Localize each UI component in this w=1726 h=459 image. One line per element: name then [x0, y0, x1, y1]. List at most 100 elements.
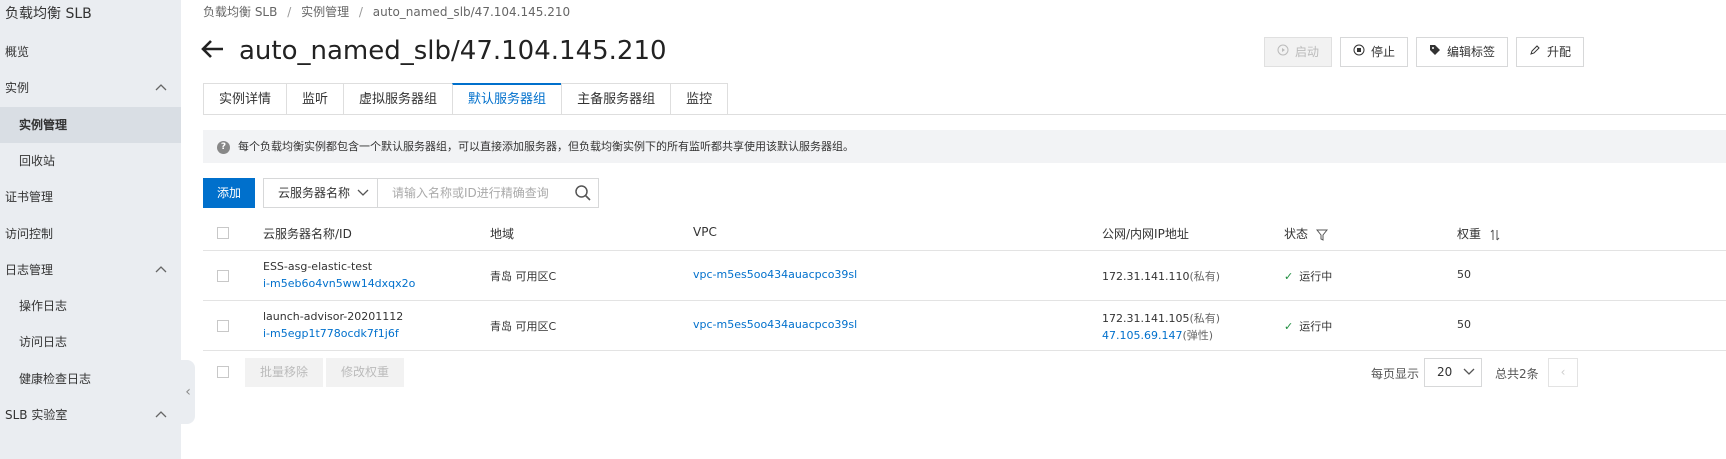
ip-address: 172.31.141.105(私有): [1102, 310, 1220, 326]
sidebar-item-slb-lab[interactable]: SLB 实验室: [0, 397, 181, 433]
ip-type: (弹性): [1182, 329, 1214, 342]
breadcrumb-item-current: auto_named_slb/47.104.145.210: [372, 5, 571, 19]
sidebar-item-instance[interactable]: 实例: [0, 70, 181, 106]
vpc-link[interactable]: vpc-m5es5oo434auacpco39sl: [693, 318, 857, 331]
sidebar-title: 负载均衡 SLB: [5, 6, 92, 22]
edit-tags-button[interactable]: 编辑标签: [1416, 37, 1509, 67]
region: 青岛 可用区C: [490, 320, 557, 333]
tab-divider: [203, 114, 1726, 115]
tab-instance-details[interactable]: 实例详情: [203, 83, 287, 115]
vpc-link[interactable]: vpc-m5es5oo434auacpco39sl: [693, 268, 857, 281]
search-field-select-value: 云服务器名称: [278, 186, 351, 200]
tab-listeners[interactable]: 监听: [286, 83, 344, 115]
column-header-ip: 公网/内网IP地址: [1102, 227, 1189, 241]
private-ip: 172.31.141.110: [1102, 270, 1190, 283]
server-id-link[interactable]: i-m5eb6o4vn5ww14dxqx2o: [263, 277, 415, 290]
page-size-select[interactable]: 20: [1424, 358, 1482, 387]
tab-bar: 实例详情 监听 虚拟服务器组 默认服务器组 主备服务器组 监控: [203, 83, 729, 115]
sidebar-item-health-check-log[interactable]: 健康检查日志: [0, 361, 181, 397]
ip-type: (私有): [1189, 270, 1221, 283]
stop-label: 停止: [1371, 45, 1396, 59]
play-icon: [1277, 38, 1289, 66]
table-footer: 批量移除 修改权重 每页显示 20 总共2条 ‹: [203, 358, 1726, 388]
ip-type: (私有): [1189, 312, 1221, 325]
status-text: 运行中: [1299, 320, 1333, 333]
add-server-button[interactable]: 添加: [203, 178, 255, 208]
sidebar-item-access-log[interactable]: 访问日志: [0, 324, 181, 360]
check-icon: ✓: [1284, 270, 1294, 283]
upgrade-button[interactable]: 升配: [1516, 37, 1585, 67]
row-checkbox[interactable]: [217, 320, 229, 332]
sidebar-item-log-management[interactable]: 日志管理: [0, 252, 181, 288]
row-checkbox[interactable]: [217, 270, 229, 282]
status-text: 运行中: [1299, 270, 1333, 283]
table-row: launch-advisor-20201112 i-m5egp1t778ocdk…: [203, 301, 1726, 351]
server-id-link[interactable]: i-m5egp1t778ocdk7f1j6f: [263, 327, 399, 340]
select-all-checkbox[interactable]: [217, 227, 229, 239]
sidebar-item-label: 日志管理: [5, 263, 54, 277]
modify-weight-button[interactable]: 修改权重: [326, 358, 405, 387]
weight: 50: [1457, 318, 1471, 331]
sidebar-item-label: 证书管理: [5, 190, 54, 204]
search-icon[interactable]: [574, 184, 592, 205]
chevron-up-icon: [155, 397, 167, 433]
chevron-up-icon: [155, 252, 167, 288]
sidebar-item-label: SLB 实验室: [5, 408, 68, 422]
page-size-label: 每页显示: [1371, 367, 1420, 381]
table-row: ESS-asg-elastic-test i-m5eb6o4vn5ww14dxq…: [203, 251, 1726, 301]
column-header-region: 地域: [490, 227, 515, 241]
sidebar-item-recycle-bin[interactable]: 回收站: [0, 143, 181, 179]
breadcrumb-item-instance-management[interactable]: 实例管理: [301, 5, 349, 19]
sidebar-item-label: 健康检查日志: [19, 372, 92, 386]
sidebar-item-instance-management[interactable]: 实例管理: [0, 107, 181, 143]
tab-monitoring[interactable]: 监控: [670, 83, 729, 115]
status: ✓ 运行中: [1284, 268, 1332, 284]
search-box: [378, 178, 599, 208]
toolbar: 添加 云服务器名称: [203, 178, 599, 208]
breadcrumb: 负载均衡 SLB / 实例管理 / auto_named_slb/47.104.…: [203, 3, 576, 20]
start-label: 启动: [1295, 45, 1320, 59]
sidebar-item-label: 概览: [5, 45, 30, 59]
chevron-down-icon: [1463, 359, 1475, 386]
batch-remove-button[interactable]: 批量移除: [245, 358, 324, 387]
ip-address: 172.31.141.110(私有): [1102, 268, 1220, 284]
column-header-weight: 权重: [1457, 225, 1501, 242]
info-notice: ? 每个负载均衡实例都包含一个默认服务器组，可以直接添加服务器，但负载均衡实例下的…: [203, 130, 1726, 163]
filter-icon[interactable]: [1312, 227, 1328, 241]
stop-icon: [1353, 38, 1365, 66]
column-header-weight-label: 权重: [1457, 227, 1482, 241]
back-arrow-icon[interactable]: [201, 33, 225, 69]
breadcrumb-separator: /: [287, 5, 292, 19]
sidebar-item-label: 实例管理: [19, 118, 68, 132]
search-input[interactable]: [378, 179, 558, 207]
tab-default-server-group[interactable]: 默认服务器组: [452, 83, 562, 115]
sidebar-item-operation-log[interactable]: 操作日志: [0, 288, 181, 324]
column-header-status: 状态: [1284, 225, 1328, 242]
sort-icon[interactable]: [1485, 227, 1501, 241]
tab-master-slave-groups[interactable]: 主备服务器组: [561, 83, 671, 115]
upgrade-label: 升配: [1547, 45, 1572, 59]
footer-select-all-checkbox[interactable]: [217, 366, 229, 378]
stop-button[interactable]: 停止: [1340, 37, 1409, 67]
column-header-vpc: VPC: [693, 225, 717, 239]
edit-icon: [1529, 38, 1541, 66]
search-field-select[interactable]: 云服务器名称: [263, 178, 378, 208]
breadcrumb-separator: /: [358, 5, 363, 19]
breadcrumb-item-slb[interactable]: 负载均衡 SLB: [203, 5, 277, 19]
sidebar-item-certificates[interactable]: 证书管理: [0, 179, 181, 215]
tab-vserver-groups[interactable]: 虚拟服务器组: [343, 83, 453, 115]
sidebar-item-label: 操作日志: [19, 299, 68, 313]
start-button[interactable]: 启动: [1264, 37, 1333, 67]
sidebar-item-label: 访问日志: [19, 335, 68, 349]
sidebar-item-overview[interactable]: 概览: [0, 34, 181, 70]
chevron-up-icon: [155, 70, 167, 106]
chevron-left-icon: ‹: [1560, 365, 1566, 379]
prev-page-button[interactable]: ‹: [1548, 358, 1578, 387]
title-row: auto_named_slb/47.104.145.210: [201, 33, 667, 69]
server-name: ESS-asg-elastic-test: [263, 260, 373, 273]
sidebar-collapse-handle[interactable]: ‹: [181, 360, 195, 424]
eip-link[interactable]: 47.105.69.147: [1102, 329, 1182, 342]
sidebar-item-access-control[interactable]: 访问控制: [0, 216, 181, 252]
instance-actions: 启动 停止 编辑标签 升配: [1264, 37, 1592, 67]
column-header-name: 云服务器名称/ID: [263, 227, 352, 241]
